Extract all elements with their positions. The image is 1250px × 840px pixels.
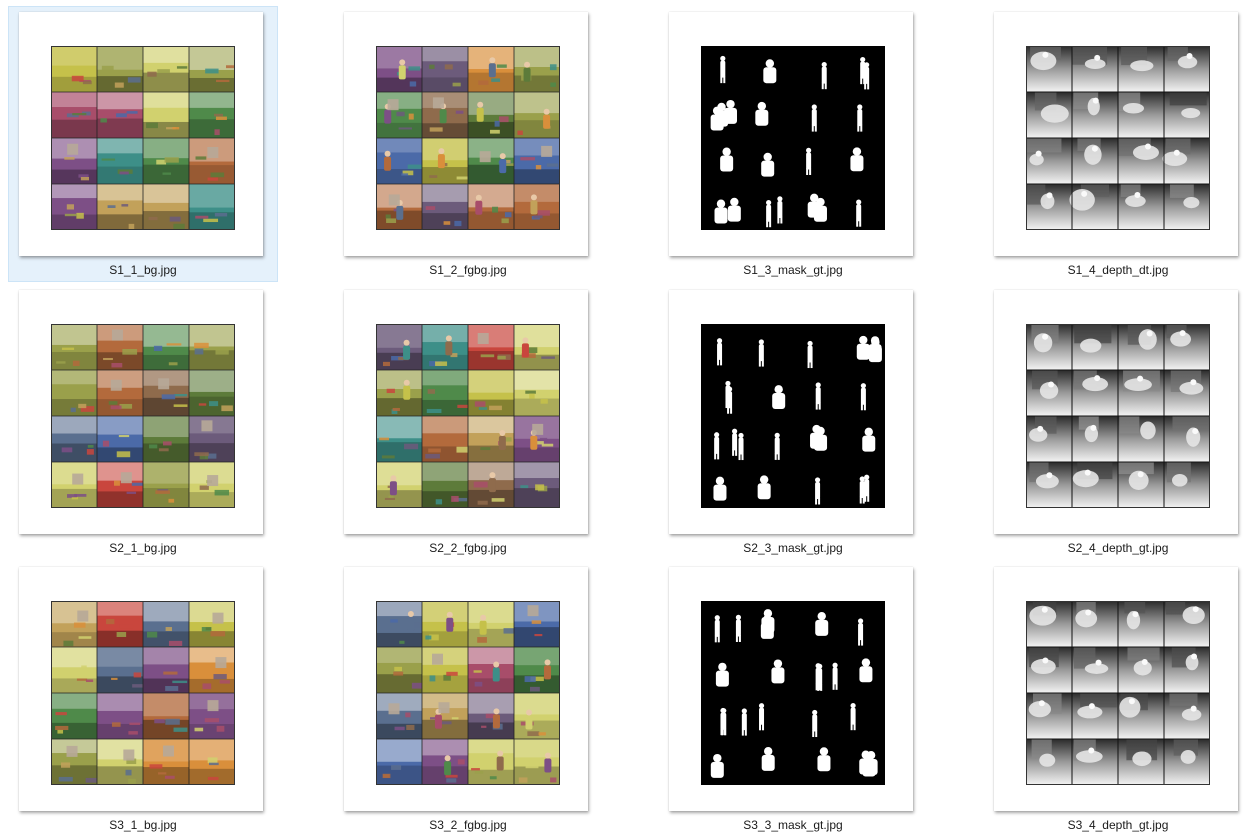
mask-preview-image (701, 46, 885, 230)
person-figure (479, 614, 487, 635)
file-item[interactable]: S3_1_bg.jpg (8, 561, 278, 837)
person-figure (499, 153, 507, 174)
file-name-label: S2_4_depth_gt.jpg (1067, 541, 1169, 555)
file-thumbnail[interactable] (19, 12, 263, 256)
person-figure (446, 611, 454, 632)
file-name-label: S3_4_depth_gt.jpg (1067, 818, 1169, 832)
fgbg-preview-image (376, 46, 560, 230)
person-figure (384, 150, 392, 171)
file-grid: S1_1_bg.jpg S1_2_fgbg.jpg S1_3_mask_gt.jpg… (0, 0, 1250, 840)
file-name-label: S1_4_depth_dt.jpg (1067, 263, 1169, 277)
mask-preview-image (701, 601, 885, 785)
fgbg-preview-image (376, 324, 560, 508)
file-item[interactable]: S2_3_mask_gt.jpg (658, 284, 928, 560)
file-thumbnail[interactable] (994, 12, 1238, 256)
person-figure (389, 475, 397, 496)
person-figure (525, 709, 533, 730)
file-thumbnail[interactable] (994, 290, 1238, 534)
depth-preview-image (1026, 46, 1210, 230)
person-figure (496, 750, 504, 771)
person-figure (488, 57, 496, 78)
file-item[interactable]: S2_2_fgbg.jpg (333, 284, 603, 560)
file-thumbnail[interactable] (669, 12, 913, 256)
file-name-label: S2_3_mask_gt.jpg (743, 541, 843, 555)
file-name-label: S2_1_bg.jpg (109, 541, 177, 555)
file-thumbnail[interactable] (669, 567, 913, 811)
file-name-label: S1_1_bg.jpg (109, 263, 177, 277)
person-figure (444, 755, 452, 776)
person-figure (544, 752, 552, 773)
file-item[interactable]: S1_2_fgbg.jpg (333, 6, 603, 282)
file-item[interactable]: S3_2_fgbg.jpg (333, 561, 603, 837)
person-figure (475, 194, 483, 215)
file-thumbnail[interactable] (344, 12, 588, 256)
file-thumbnail[interactable] (19, 290, 263, 534)
person-figure (437, 148, 445, 169)
file-name-label: S2_2_fgbg.jpg (429, 541, 507, 555)
person-figure (492, 708, 500, 729)
person-figure (445, 335, 453, 356)
file-item[interactable]: S3_4_depth_gt.jpg (983, 561, 1250, 837)
fgbg-preview-image (376, 601, 560, 785)
bg-preview-image (51, 324, 235, 508)
person-figure (523, 61, 531, 82)
depth-preview-image (1026, 601, 1210, 785)
file-name-label: S3_1_bg.jpg (109, 818, 177, 832)
file-thumbnail[interactable] (669, 290, 913, 534)
file-thumbnail[interactable] (344, 290, 588, 534)
file-thumbnail[interactable] (344, 567, 588, 811)
person-figure (498, 429, 506, 450)
file-thumbnail[interactable] (994, 567, 1238, 811)
person-figure (521, 337, 529, 358)
depth-preview-image (1026, 324, 1210, 508)
file-name-label: S1_3_mask_gt.jpg (743, 263, 843, 277)
person-figure (530, 194, 538, 215)
person-figure (476, 101, 484, 122)
bg-preview-image (51, 46, 235, 230)
person-figure (488, 472, 496, 493)
person-figure (492, 661, 500, 682)
file-item[interactable]: S1_3_mask_gt.jpg (658, 6, 928, 282)
file-item[interactable]: S1_1_bg.jpg (8, 6, 278, 282)
file-thumbnail[interactable] (19, 567, 263, 811)
file-item[interactable]: S2_1_bg.jpg (8, 284, 278, 560)
person-figure (403, 379, 411, 400)
person-figure (398, 59, 406, 80)
file-item[interactable]: S2_4_depth_gt.jpg (983, 284, 1250, 560)
mask-preview-image (701, 324, 885, 508)
file-name-label: S1_2_fgbg.jpg (429, 263, 507, 277)
file-item[interactable]: S3_3_mask_gt.jpg (658, 561, 928, 837)
bg-preview-image (51, 601, 235, 785)
file-name-label: S3_2_fgbg.jpg (429, 818, 507, 832)
file-name-label: S3_3_mask_gt.jpg (743, 818, 843, 832)
person-figure (544, 659, 552, 680)
person-figure (403, 339, 411, 360)
person-figure (543, 108, 551, 129)
file-item[interactable]: S1_4_depth_dt.jpg (983, 6, 1250, 282)
person-figure (407, 611, 415, 632)
